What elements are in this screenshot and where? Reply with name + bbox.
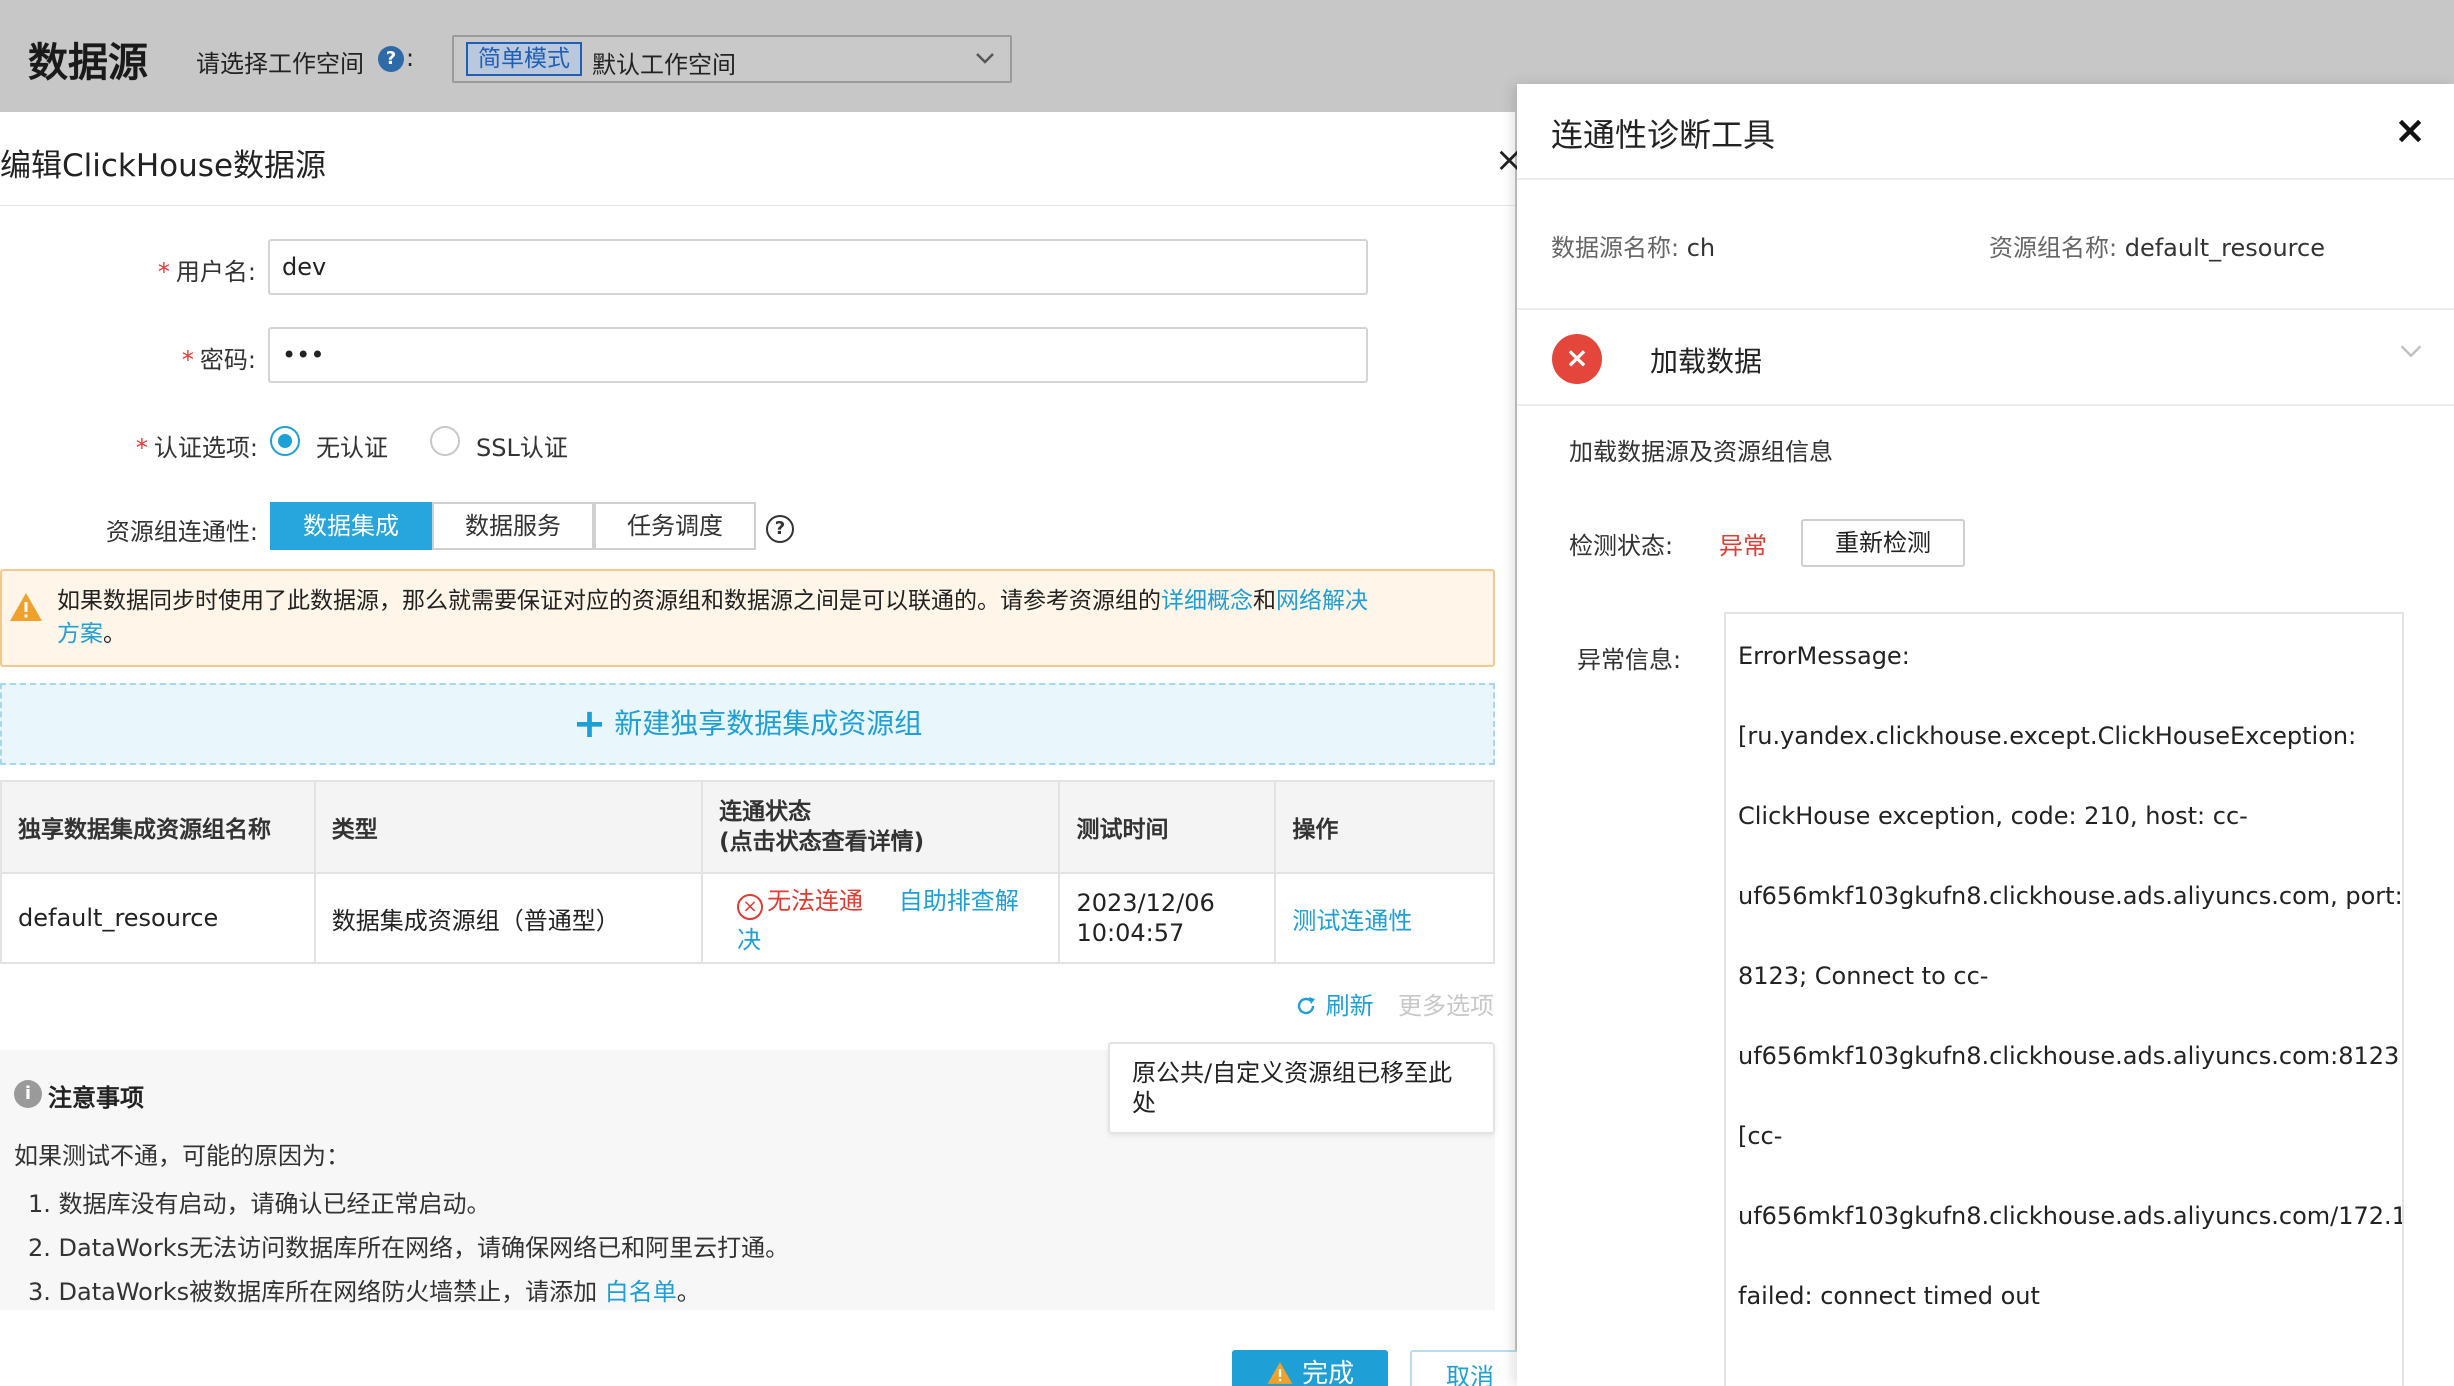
tab-task-schedule[interactable]: 任务调度 [594,502,756,550]
cell-status: × 无法连通 自助排查解决 [701,872,1061,964]
notes-item: 2. DataWorks无法访问数据库所在网络，请确保网络已和阿里云打通。 [28,1234,790,1262]
error-line: uf656mkf103gkufn8.clickhouse.ads.aliyunc… [1738,1202,2404,1230]
tab-data-service[interactable]: 数据服务 [432,502,594,550]
auth-none-radio[interactable] [270,426,300,456]
status-unreachable[interactable]: × 无法连通 [737,887,863,920]
close-icon[interactable]: × [2394,108,2426,152]
done-button[interactable]: 完成 [1232,1350,1388,1386]
error-line: uf656mkf103gkufn8.clickhouse.ads.aliyunc… [1738,1042,2400,1070]
resource-group-moved-tooltip: 原公共/自定义资源组已移至此处 [1108,1042,1495,1134]
resource-group-table: 独享数据集成资源组名称 类型 连通状态 (点击状态查看详情) 测试时间 操作 de… [0,780,1495,964]
error-message-box[interactable]: ErrorMessage: [ru.yandex.clickhouse.exce… [1724,612,2404,1386]
cell-type: 数据集成资源组（普通型） [313,872,704,964]
chevron-down-icon[interactable] [2398,338,2424,371]
error-info-label: 异常信息: [1577,646,1682,674]
network-solution-link[interactable]: 网络解决 [1276,588,1368,614]
status-value: 异常 [1719,532,1767,560]
workspace-label: 请选择工作空间 [196,50,364,78]
status-label: 检测状态: [1569,532,1674,560]
detail-concept-link[interactable]: 详细概念 [1161,588,1253,614]
help-icon[interactable]: ? [766,515,794,543]
warning-icon [8,591,44,627]
tab-data-integration[interactable]: 数据集成 [270,502,432,550]
rg-connectivity-label: 资源组连通性: [105,518,258,546]
col-status: 连通状态 (点击状态查看详情) [701,780,1061,874]
network-warning: 如果数据同步时使用了此数据源，那么就需要保证对应的资源组和数据源之间是可以联通的… [0,569,1495,667]
error-line: [cc- [1738,1122,1783,1150]
error-line: uf656mkf103gkufn8.clickhouse.ads.aliyunc… [1738,882,2403,910]
error-line: [ru.yandex.clickhouse.except.ClickHouseE… [1738,722,2357,750]
notes-intro: 如果测试不通，可能的原因为： [14,1142,350,1170]
recheck-button[interactable]: 重新检测 [1801,519,1965,567]
col-name: 独享数据集成资源组名称 [0,780,316,874]
edit-datasource-modal: 编辑ClickHouse数据源 × * 用户名: dev * 密码: ••• * 认证… [0,112,1530,1386]
warning-icon [1266,1359,1294,1386]
error-line: 8123; Connect to cc- [1738,962,1989,990]
cell-name: default_resource [0,872,316,964]
mode-tag: 简单模式 [466,42,582,76]
cell-test-time: 2023/12/06 10:04:57 [1058,872,1277,964]
cell-action: 测试连通性 [1274,872,1495,964]
cancel-button[interactable]: 取消 [1410,1350,1530,1386]
error-icon: × [1552,334,1602,384]
warning-text: 如果数据同步时使用了此数据源，那么就需要保证对应的资源组和数据源之间是可以联通的… [57,588,1368,647]
section-title: 加载数据 [1650,345,1763,378]
datasource-name: 数据源名称: ch [1551,234,1716,262]
more-options-button[interactable]: 更多选项 [1398,986,1494,1021]
notes-item: 1. 数据库没有启动，请确认已经正常启动。 [28,1190,491,1218]
username-label: * 用户名: [157,258,256,286]
notes-item: 3. DataWorks被数据库所在网络防火墙禁止，请添加 白名单。 [28,1278,701,1306]
workspace-label-colon: : [406,44,415,72]
col-time: 测试时间 [1058,780,1277,874]
password-input[interactable]: ••• [268,327,1368,383]
password-label: * 密码: [181,346,256,374]
page-title: 数据源 [28,40,148,86]
refresh-button[interactable]: 刷新 [1294,986,1374,1021]
section-subtitle: 加载数据源及资源组信息 [1569,438,1833,466]
col-action: 操作 [1274,780,1495,874]
info-icon: i [14,1080,42,1108]
drawer-title: 连通性诊断工具 [1551,116,1776,154]
notes-title: 注意事项 [48,1084,144,1112]
error-line: ErrorMessage: [1738,642,1910,670]
network-solution-link-cont[interactable]: 方案 [57,621,103,647]
load-data-section[interactable]: × 加载数据 [1517,308,2454,406]
workspace-select[interactable]: 简单模式 默认工作空间 [452,35,1012,83]
table-header-row: 独享数据集成资源组名称 类型 连通状态 (点击状态查看详情) 测试时间 操作 [0,780,1495,874]
connectivity-diagnostic-drawer: 连通性诊断工具 × 数据源名称: ch 资源组名称: default_resou… [1517,84,2454,1386]
col-type: 类型 [313,780,704,874]
error-line: ClickHouse exception, code: 210, host: c… [1738,802,2248,830]
chevron-down-icon [974,47,996,75]
drawer-header: 连通性诊断工具 × [1517,84,2454,180]
username-input[interactable]: dev [268,239,1368,295]
help-icon[interactable]: ? [378,46,404,72]
plus-icon: + [572,701,607,747]
error-line: failed: connect timed out [1738,1282,2040,1310]
auth-none-label[interactable]: 无认证 [316,428,388,463]
workspace-value: 默认工作空间 [592,51,736,79]
x-circle-icon: × [737,894,764,920]
auth-ssl-label[interactable]: SSL认证 [476,428,568,463]
modal-header: 编辑ClickHouse数据源 × [0,112,1524,206]
modal-title: 编辑ClickHouse数据源 [0,148,327,184]
table-row: default_resource 数据集成资源组（普通型） × 无法连通 自助排查… [0,872,1495,964]
whitelist-link[interactable]: 白名单 [605,1278,677,1306]
add-resource-group-button[interactable]: + 新建独享数据集成资源组 [0,683,1495,765]
auth-ssl-radio[interactable] [430,426,460,456]
test-connectivity-link[interactable]: 测试连通性 [1292,907,1412,935]
resource-group-name: 资源组名称: default_resource [1989,234,2325,262]
auth-label: * 认证选项: [135,434,258,462]
refresh-icon [1294,992,1326,1020]
